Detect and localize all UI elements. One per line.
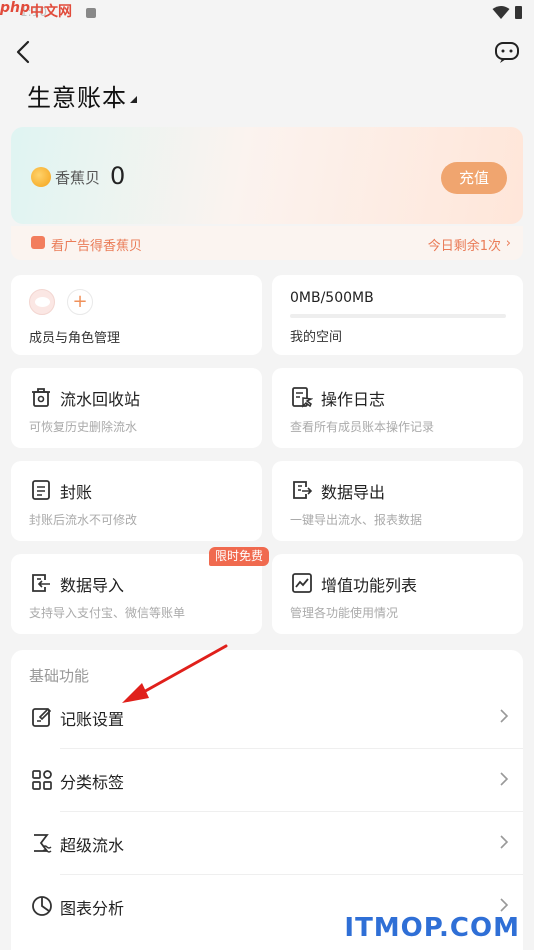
status-bar: 1:10 php 中文网 <box>0 0 534 26</box>
wifi-icon <box>492 6 510 19</box>
back-button[interactable] <box>12 38 36 66</box>
storage-usage: 0MB/500MB <box>290 290 374 306</box>
section-title: 基础功能 <box>29 667 90 685</box>
category-tags-row[interactable]: 分类标签 <box>11 750 523 812</box>
watch-ad-label: 看广告得香蕉贝 <box>51 239 143 254</box>
battery-icon <box>515 6 522 19</box>
row-label: 分类标签 <box>60 773 125 792</box>
data-export-tile[interactable]: 数据导出 一键导出流水、报表数据 <box>272 461 523 541</box>
value-added-features-tile[interactable]: 增值功能列表 管理各功能使用情况 <box>272 554 523 634</box>
book-name[interactable]: 生意账本 <box>27 78 127 113</box>
tile-subtitle: 封账后流水不可修改 <box>29 513 138 527</box>
operation-log-tile[interactable]: 操作日志 查看所有成员账本操作记录 <box>272 368 523 448</box>
limited-free-badge: 限时免费 <box>209 547 270 566</box>
watermark-php-logo: php <box>0 0 31 16</box>
watermark-site-name: 中文网 <box>30 4 72 20</box>
super-flow-icon <box>34 834 52 853</box>
basic-features-card: 基础功能 记账设置 分类标签 超级流水 图表分析 <box>11 650 523 950</box>
recycle-bin-tile[interactable]: 流水回收站 可恢复历史删除流水 <box>11 368 262 448</box>
tile-title: 流水回收站 <box>60 390 141 409</box>
row-label: 图表分析 <box>60 899 125 918</box>
chevron-right-icon <box>500 709 509 723</box>
coin-balance: 0 <box>110 162 126 190</box>
banana-coin-icon <box>31 167 51 187</box>
my-space-tile[interactable]: 0MB/500MB 我的空间 <box>272 275 523 355</box>
tile-title: 封账 <box>60 483 93 502</box>
chevron-right-icon: › <box>505 236 511 251</box>
row-label: 超级流水 <box>60 836 125 855</box>
notification-icon <box>86 8 96 18</box>
watch-ad-bar[interactable]: 看广告得香蕉贝 今日剩余1次 › <box>11 226 523 260</box>
tile-subtitle: 可恢复历史删除流水 <box>29 420 138 434</box>
bookkeeping-settings-row[interactable]: 记账设置 <box>11 687 523 749</box>
tile-subtitle: 查看所有成员账本操作记录 <box>290 420 435 434</box>
storage-progress-bar <box>290 314 506 318</box>
recharge-button[interactable]: 充值 <box>441 162 507 194</box>
tile-subtitle: 支持导入支付宝、微信等账单 <box>29 606 186 620</box>
watermark-itmop: ITMOP.COM <box>344 913 520 943</box>
book-switch-caret-icon[interactable] <box>130 96 137 103</box>
edit-settings-icon <box>32 707 52 727</box>
category-icon <box>32 770 52 790</box>
customer-service-icon[interactable] <box>494 40 520 64</box>
tv-icon <box>31 236 45 249</box>
storage-label: 我的空间 <box>290 330 343 345</box>
chart-trend-icon <box>292 573 312 593</box>
chevron-right-icon <box>500 772 509 786</box>
add-member-button[interactable]: + <box>67 289 93 315</box>
coin-label: 香蕉贝 <box>55 169 101 187</box>
tile-title: 数据导出 <box>321 483 386 502</box>
chevron-right-icon <box>500 835 509 849</box>
chevron-right-icon <box>500 898 509 912</box>
members-roles-tile[interactable]: + 成员与角色管理 <box>11 275 262 355</box>
data-import-tile[interactable]: 数据导入 支持导入支付宝、微信等账单 <box>11 554 262 634</box>
top-nav <box>0 36 534 68</box>
seal-account-tile[interactable]: 封账 封账后流水不可修改 <box>11 461 262 541</box>
tile-title: 数据导入 <box>60 576 125 595</box>
tile-subtitle: 管理各功能使用情况 <box>290 606 399 620</box>
seal-account-icon <box>32 480 50 500</box>
tile-title: 增值功能列表 <box>321 576 418 595</box>
super-flow-row[interactable]: 超级流水 <box>11 813 523 875</box>
ad-remaining-count: 今日剩余1次 <box>427 239 501 254</box>
avatar <box>29 289 55 315</box>
import-icon <box>32 574 50 592</box>
tile-title: 操作日志 <box>321 390 386 409</box>
operation-log-icon <box>292 387 313 408</box>
export-icon <box>293 481 313 499</box>
members-label: 成员与角色管理 <box>29 331 121 346</box>
recycle-bin-icon <box>32 388 50 407</box>
pie-chart-icon <box>32 896 52 916</box>
tile-subtitle: 一键导出流水、报表数据 <box>290 513 423 527</box>
row-label: 记账设置 <box>60 710 125 729</box>
balance-card: 香蕉贝 0 充值 <box>11 127 523 224</box>
